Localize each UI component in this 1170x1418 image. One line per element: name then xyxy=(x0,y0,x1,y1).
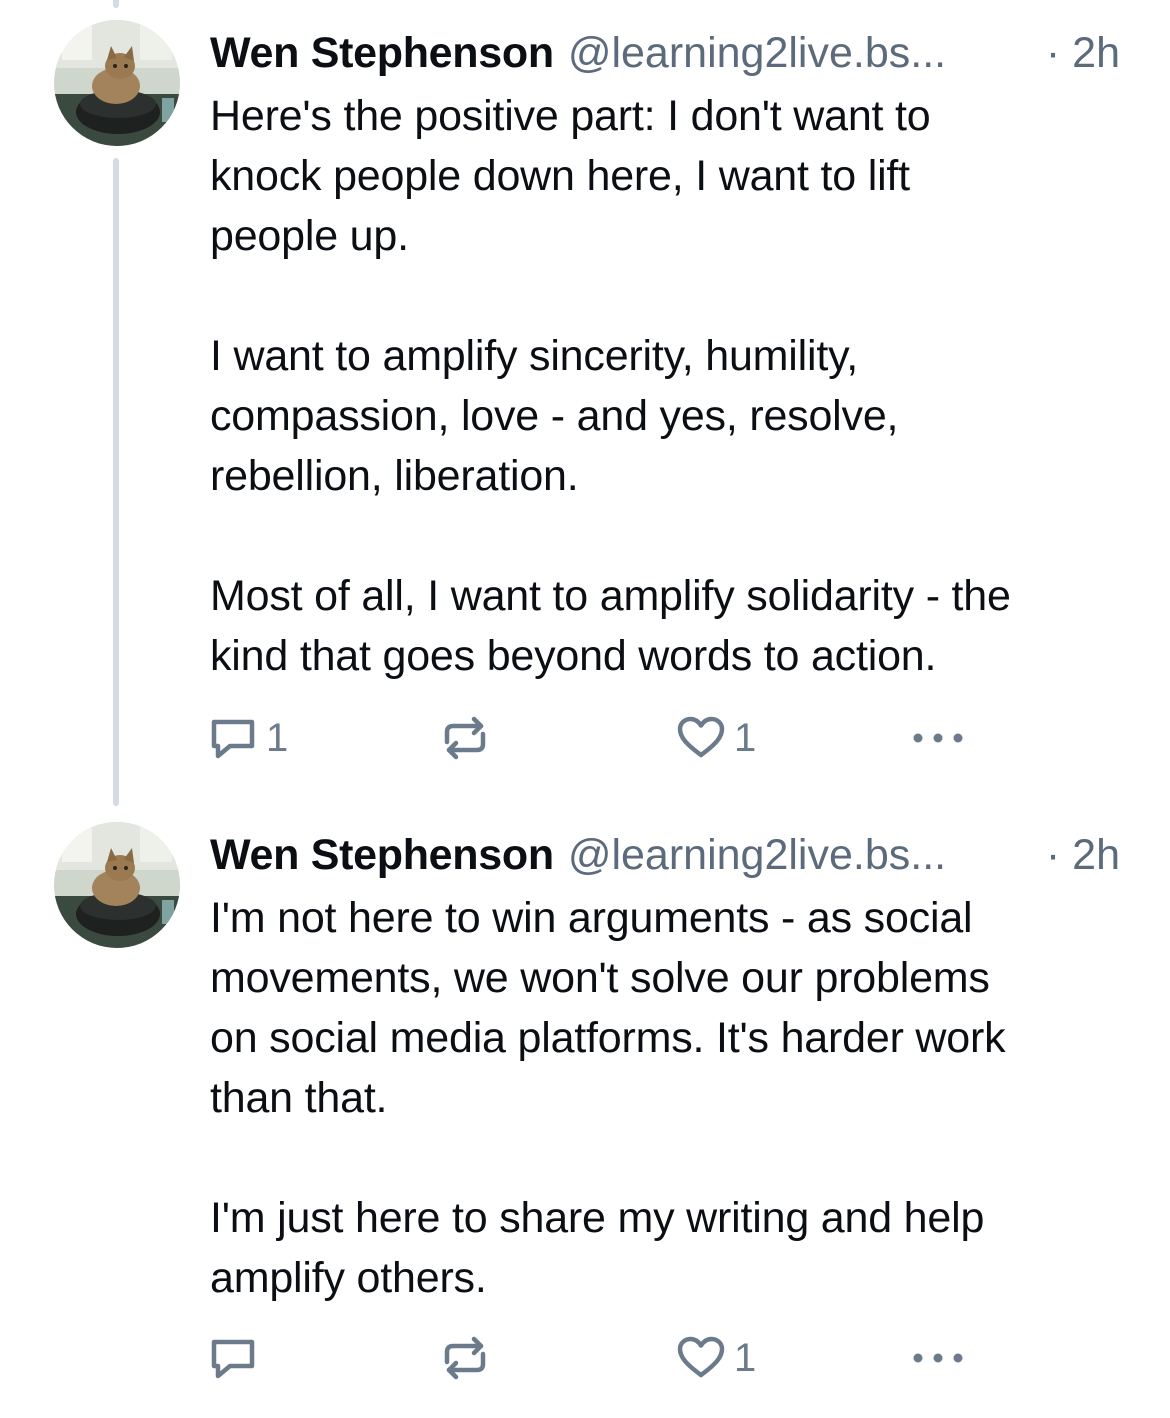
more-options-icon xyxy=(913,733,963,743)
post-text: Here's the positive part: I don't want t… xyxy=(210,92,1011,680)
cat-avatar-icon xyxy=(54,822,180,948)
reply-button[interactable] xyxy=(208,1328,266,1388)
post-timestamp[interactable]: · 2h xyxy=(1046,826,1130,884)
more-options-icon xyxy=(913,1353,963,1363)
like-count: 1 xyxy=(734,1335,757,1380)
like-button[interactable]: 1 xyxy=(676,708,756,768)
cat-avatar-icon xyxy=(54,20,180,146)
author-name[interactable]: Wen Stephenson xyxy=(210,24,554,82)
author-avatar[interactable] xyxy=(54,822,180,948)
thread-line xyxy=(113,0,119,8)
author-avatar[interactable] xyxy=(54,20,180,146)
heart-icon xyxy=(677,716,725,758)
post[interactable]: Wen Stephenson @learning2live.bs... · 2h… xyxy=(0,800,1170,1418)
reply-icon xyxy=(211,1339,255,1379)
post-header: Wen Stephenson @learning2live.bs... · 2h xyxy=(210,826,1130,884)
post-header: Wen Stephenson @learning2live.bs... · 2h xyxy=(210,24,1130,82)
more-options-button[interactable] xyxy=(908,708,968,768)
post-content: Wen Stephenson @learning2live.bs... · 2h… xyxy=(210,826,1130,1308)
like-button[interactable]: 1 xyxy=(676,1328,756,1388)
more-options-button[interactable] xyxy=(908,1328,968,1388)
like-count: 1 xyxy=(734,715,757,760)
repost-icon xyxy=(444,716,486,760)
heart-icon xyxy=(677,1336,725,1378)
author-handle[interactable]: @learning2live.bs... xyxy=(568,826,946,884)
post-timestamp[interactable]: · 2h xyxy=(1046,24,1130,82)
reply-count: 1 xyxy=(266,715,289,760)
post-text: I'm not here to win arguments - as socia… xyxy=(210,894,1006,1302)
reply-button[interactable]: 1 xyxy=(208,708,288,768)
post-actions: 1 1 xyxy=(208,708,1008,768)
repost-button[interactable] xyxy=(440,708,498,768)
post-content: Wen Stephenson @learning2live.bs... · 2h… xyxy=(210,24,1130,686)
post[interactable]: Wen Stephenson @learning2live.bs... · 2h… xyxy=(0,0,1170,806)
reply-icon xyxy=(211,719,255,759)
author-handle[interactable]: @learning2live.bs... xyxy=(568,24,946,82)
post-actions: 1 xyxy=(208,1328,1008,1388)
repost-button[interactable] xyxy=(440,1328,498,1388)
thread-line xyxy=(113,158,119,806)
repost-icon xyxy=(444,1336,486,1380)
author-name[interactable]: Wen Stephenson xyxy=(210,826,554,884)
